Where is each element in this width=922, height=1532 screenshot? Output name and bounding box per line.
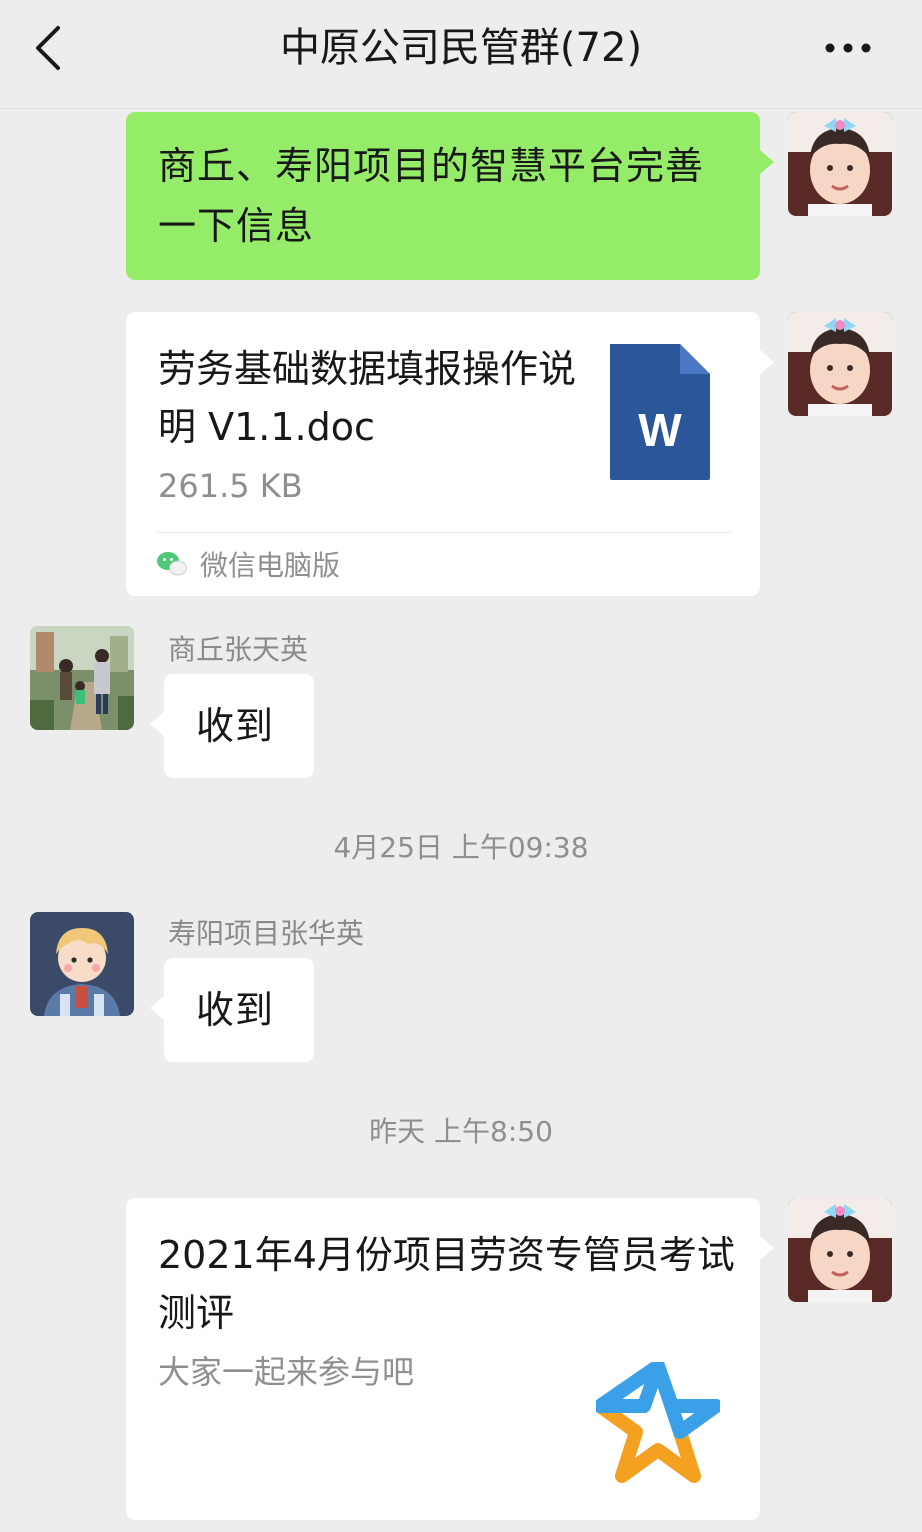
bubble-tail bbox=[760, 150, 774, 174]
chat-header: 中原公司民管群(72) bbox=[0, 0, 922, 109]
timestamp: 4月25日 上午09:38 bbox=[333, 831, 589, 864]
card-description: 大家一起来参与吧 bbox=[158, 1353, 415, 1391]
bubble-tail bbox=[760, 350, 774, 374]
more-dots-icon bbox=[825, 43, 871, 53]
sender-name: 寿阳项目张华英 bbox=[168, 917, 365, 950]
bubble-tail bbox=[150, 712, 164, 736]
message-text: 商丘、寿阳项目的智慧平台完善一下信息 bbox=[158, 144, 705, 248]
card-divider bbox=[158, 532, 730, 533]
sender-name: 商丘张天英 bbox=[168, 633, 309, 666]
bubble-tail bbox=[150, 996, 164, 1020]
word-icon-letter: W bbox=[638, 404, 682, 456]
message-bubble-other[interactable]: 收到 bbox=[164, 958, 314, 1062]
more-button[interactable] bbox=[808, 26, 888, 70]
avatar-self[interactable] bbox=[788, 1198, 892, 1302]
file-message-card[interactable]: 劳务基础数据填报操作说明 V1.1.doc 261.5 KB W 微信电脑版 bbox=[126, 312, 760, 596]
file-name: 劳务基础数据填报操作说明 V1.1.doc bbox=[158, 347, 577, 449]
wechat-icon bbox=[157, 552, 187, 576]
avatar-self[interactable] bbox=[788, 312, 892, 416]
avatar-shouyang-zhanghuaying[interactable] bbox=[30, 912, 134, 1016]
bubble-tail bbox=[760, 1236, 774, 1260]
avatar-self[interactable] bbox=[788, 112, 892, 216]
file-source-label: 微信电脑版 bbox=[200, 549, 341, 582]
message-text: 收到 bbox=[196, 988, 275, 1032]
message-bubble-other[interactable]: 收到 bbox=[164, 674, 314, 778]
link-message-card[interactable]: 2021年4月份项目劳资专管员考试测评 大家一起来参与吧 bbox=[126, 1198, 760, 1520]
card-title: 2021年4月份项目劳资专管员考试测评 bbox=[158, 1233, 735, 1335]
message-text: 收到 bbox=[196, 704, 275, 748]
file-size: 261.5 KB bbox=[158, 467, 303, 505]
message-bubble-self[interactable]: 商丘、寿阳项目的智慧平台完善一下信息 bbox=[126, 112, 760, 280]
avatar-shangqiu-zhangtianying[interactable] bbox=[30, 626, 134, 730]
star-icon bbox=[596, 1362, 720, 1483]
chat-title: 中原公司民管群(72) bbox=[279, 25, 643, 71]
timestamp: 昨天 上午8:50 bbox=[369, 1115, 553, 1148]
word-file-icon: W bbox=[610, 344, 710, 480]
